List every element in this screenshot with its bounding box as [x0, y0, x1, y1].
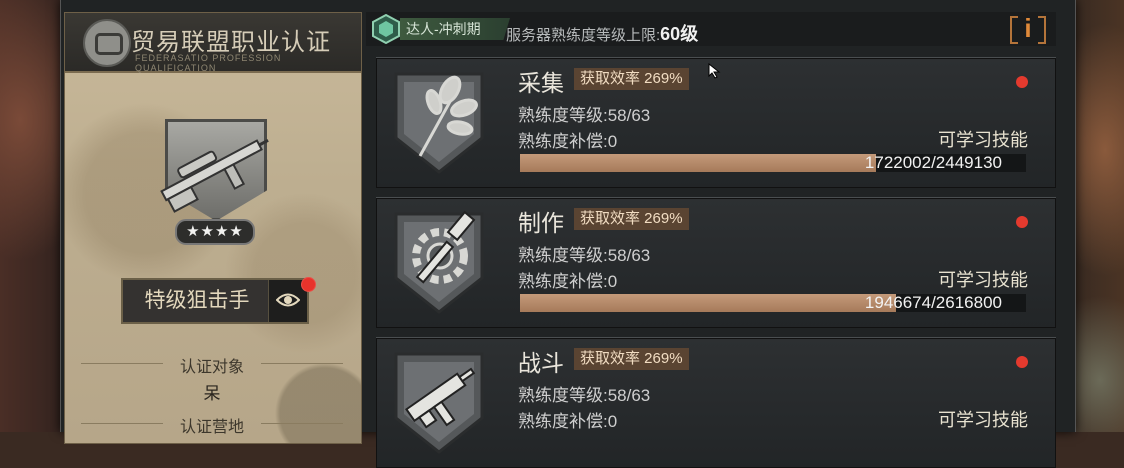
- proficiency-level: 熟练度等级:58/63: [518, 386, 651, 405]
- skill-card-crafting[interactable]: 制作 获取效率 269% 熟练度等级:58/63 熟练度补偿:0 可学习技能 1…: [376, 197, 1056, 328]
- sniper-rifle-icon: [160, 138, 269, 213]
- rank-title: 特级狙击手: [144, 289, 250, 312]
- server-status-bar: 达人-冲刺期 服务器熟练度等级上限:60级 i: [366, 12, 1056, 46]
- progress-text: 1946674/2616800: [864, 293, 1002, 312]
- eye-icon: [276, 293, 300, 307]
- gear-hammer-icon: [394, 210, 484, 314]
- efficiency-badge: 获取效率 269%: [574, 348, 689, 370]
- skill-name: 战斗: [518, 350, 564, 376]
- submachine-gun-icon: [394, 352, 484, 454]
- plant-bundle-icon: [394, 72, 484, 174]
- notification-dot: [1016, 76, 1028, 88]
- skill-card-combat[interactable]: 战斗 获取效率 269% 熟练度等级:58/63 熟练度补偿:0 可学习技能: [376, 337, 1056, 468]
- trade-alliance-logo-icon: [83, 19, 131, 67]
- rank-title-box[interactable]: 特级狙击手: [121, 278, 309, 324]
- notification-dot: [1016, 356, 1028, 368]
- tier-badge: 达人-冲刺期: [400, 18, 510, 40]
- progress-fill: [520, 294, 897, 312]
- server-level-label: 服务器熟练度等级上限:: [506, 27, 661, 44]
- efficiency-badge: 获取效率 269%: [574, 68, 689, 90]
- learnable-skills-link[interactable]: 可学习技能: [938, 406, 1028, 432]
- notification-dot: [301, 277, 316, 292]
- proficiency-level: 熟练度等级:58/63: [518, 246, 651, 265]
- proficiency-progress-bar: 1722002/2449130: [520, 154, 1026, 172]
- efficiency-badge: 获取效率 269%: [574, 208, 689, 230]
- certification-title: 贸易联盟职业认证: [131, 29, 331, 56]
- server-level-text: 服务器熟练度等级上限:60级: [506, 20, 698, 46]
- skill-name: 采集: [518, 70, 564, 96]
- notification-dot: [1016, 216, 1028, 228]
- proficiency-compensation: 熟练度补偿:0: [518, 412, 618, 431]
- progress-text: 1722002/2449130: [864, 153, 1002, 172]
- star-rating: ★★★★: [175, 219, 255, 245]
- info-button[interactable]: i: [1010, 13, 1046, 44]
- proficiency-level: 熟练度等级:58/63: [518, 106, 651, 125]
- object-label: 认证对象: [81, 353, 343, 376]
- proficiency-progress-bar: 1946674/2616800: [520, 294, 1026, 312]
- proficiency-compensation: 熟练度补偿:0: [518, 132, 618, 151]
- certification-header: 贸易联盟职业认证 FEDERASATIO PROFESSION QUALIFIC…: [65, 13, 361, 73]
- progress-fill: [520, 154, 876, 172]
- certification-subtitle: FEDERASATIO PROFESSION QUALIFICATION: [135, 53, 282, 73]
- skill-name: 制作: [518, 210, 564, 236]
- certification-panel: 贸易联盟职业认证 FEDERASATIO PROFESSION QUALIFIC…: [64, 12, 362, 444]
- tier-gem-icon: [372, 14, 400, 44]
- learnable-skills-link[interactable]: 可学习技能: [938, 126, 1028, 152]
- mouse-cursor-icon: [708, 63, 721, 79]
- object-value: 呆: [203, 384, 221, 403]
- learnable-skills-link[interactable]: 可学习技能: [938, 266, 1028, 292]
- sniper-badge: ★★★★: [153, 113, 273, 253]
- camp-label: 认证营地: [81, 413, 343, 436]
- server-level-value: 60级: [660, 24, 699, 44]
- proficiency-compensation: 熟练度补偿:0: [518, 272, 618, 291]
